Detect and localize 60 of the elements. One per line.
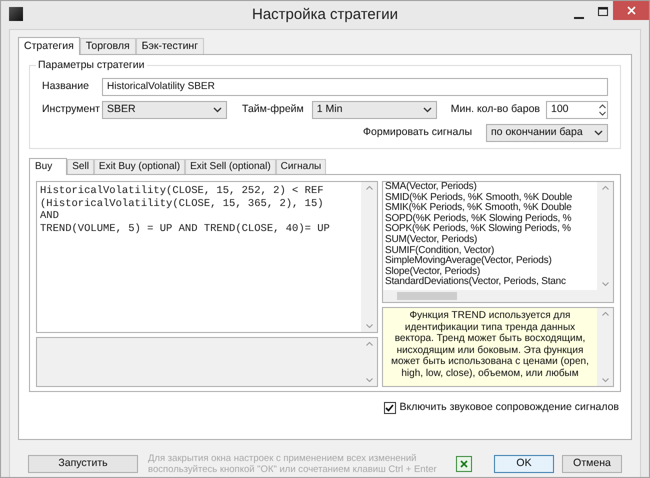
field-label: Инструмент [42, 102, 101, 118]
close-button[interactable] [613, 1, 649, 20]
horizontal-scrollbar[interactable] [383, 290, 613, 302]
function-item[interactable]: Slope(Vector, Periods) [385, 266, 597, 278]
function-item[interactable]: SimpleMovingAverage(Vector, Periods) [385, 256, 597, 267]
function-item[interactable]: StandardDeviations(Vector, Periods, Stanc [385, 277, 597, 288]
name-field[interactable]: HistoricalVolatility SBER [102, 78, 608, 96]
function-item[interactable]: SOPK(%K Periods, %K Slowing Periods, % [385, 224, 597, 235]
tab[interactable]: Торговля [80, 38, 136, 54]
cancel-button[interactable]: Отмена [562, 455, 622, 473]
tab[interactable]: Exit Buy (optional) [94, 159, 186, 174]
tab[interactable]: Sell [67, 159, 94, 174]
description-text: Функция TREND используется для идентификации типа тренда данных вектора. Тренд может быть восходящим, нисходящим или боковым. Эта функция может быть использована с ценами (open, high, low, close), объемом, или любым [390, 309, 590, 380]
code-text: HistoricalVolatility(CLOSE, 15, 252, 2) < REF (HistoricalVolatility(CLOSE, 15, 365, 2), 15) AND TREND(VOLUME, 5) = UP AND TREND(CLOSE, 40)= UP [39, 184, 331, 236]
tab[interactable]: Бэк-тестинг [136, 38, 204, 54]
field-label: Формировать сигналы [363, 125, 472, 140]
scroll-down-icon[interactable] [366, 378, 372, 382]
tab[interactable]: Стратегия [18, 37, 80, 55]
close-icon [626, 6, 636, 15]
function-item[interactable]: SUM(Vector, Periods) [385, 234, 597, 246]
app-icon [9, 7, 23, 21]
checkbox-label: Включить звуковое сопровождение сигналов [400, 400, 619, 415]
scroll-up-icon[interactable] [366, 186, 372, 190]
function-item[interactable]: SMID(%K Periods, %K Smooth, %K Double [385, 192, 597, 204]
function-item[interactable]: SOPD(%K Periods, %K Slowing Periods, % [385, 214, 597, 224]
tab[interactable]: Exit Sell (optional) [185, 159, 276, 174]
maximize-icon[interactable] [598, 7, 608, 16]
scrollbar[interactable] [361, 182, 377, 332]
window-title: Настройка стратегии [252, 4, 398, 25]
tab[interactable]: Buy [29, 158, 68, 175]
checkmark-icon [385, 404, 394, 412]
scroll-down-icon[interactable] [366, 324, 372, 328]
function-item[interactable]: SMIK(%K Periods, %K Smooth, %K Double [385, 203, 597, 214]
scroll-down-icon[interactable] [602, 282, 608, 286]
instrument-dropdown[interactable]: SBER [102, 101, 227, 119]
ok-button[interactable]: OK [494, 455, 554, 473]
hint-text: Для закрытия окна настроек с применением всех изменений воспользуйтесь кнопкой "ОК" или сочетанием клавиш Ctrl + Enter [148, 453, 438, 475]
chevron-down-icon [213, 107, 222, 113]
function-item[interactable]: SMA(Vector, Periods) [385, 182, 597, 193]
spinner-arrows-icon [598, 103, 607, 117]
scroll-up-icon[interactable] [602, 186, 608, 190]
timeframe-dropdown[interactable]: 1 Min [312, 101, 437, 119]
field-label: Мин. кол-во баров [450, 102, 540, 118]
checkbox[interactable] [384, 402, 396, 414]
field-label: Название [42, 79, 90, 94]
scrollbar[interactable] [597, 182, 613, 290]
chevron-down-icon [594, 130, 603, 136]
scroll-up-icon[interactable] [602, 312, 608, 316]
run-button[interactable]: Запустить [28, 455, 138, 473]
scrollbar[interactable] [597, 308, 613, 386]
code-editor[interactable]: HistoricalVolatility(CLOSE, 15, 252, 2) < REF (HistoricalVolatility(CLOSE, 15, 365, 2), 15) AND TREND(VOLUME, 5) = UP AND TREND(CLOSE, 40)= UP [36, 181, 378, 333]
signals-dropdown[interactable]: по окончании бара [486, 124, 608, 142]
min-bars-spinbox[interactable]: 100 [546, 101, 608, 119]
function-list[interactable] [382, 181, 614, 303]
scroll-up-icon[interactable] [366, 342, 372, 346]
tab[interactable]: Сигналы [276, 159, 326, 174]
field-label: Тайм-фрейм [242, 102, 304, 118]
function-item[interactable]: SUMIF(Condition, Vector) [385, 246, 597, 256]
chevron-down-icon [422, 107, 432, 113]
scroll-down-icon[interactable] [602, 378, 608, 382]
